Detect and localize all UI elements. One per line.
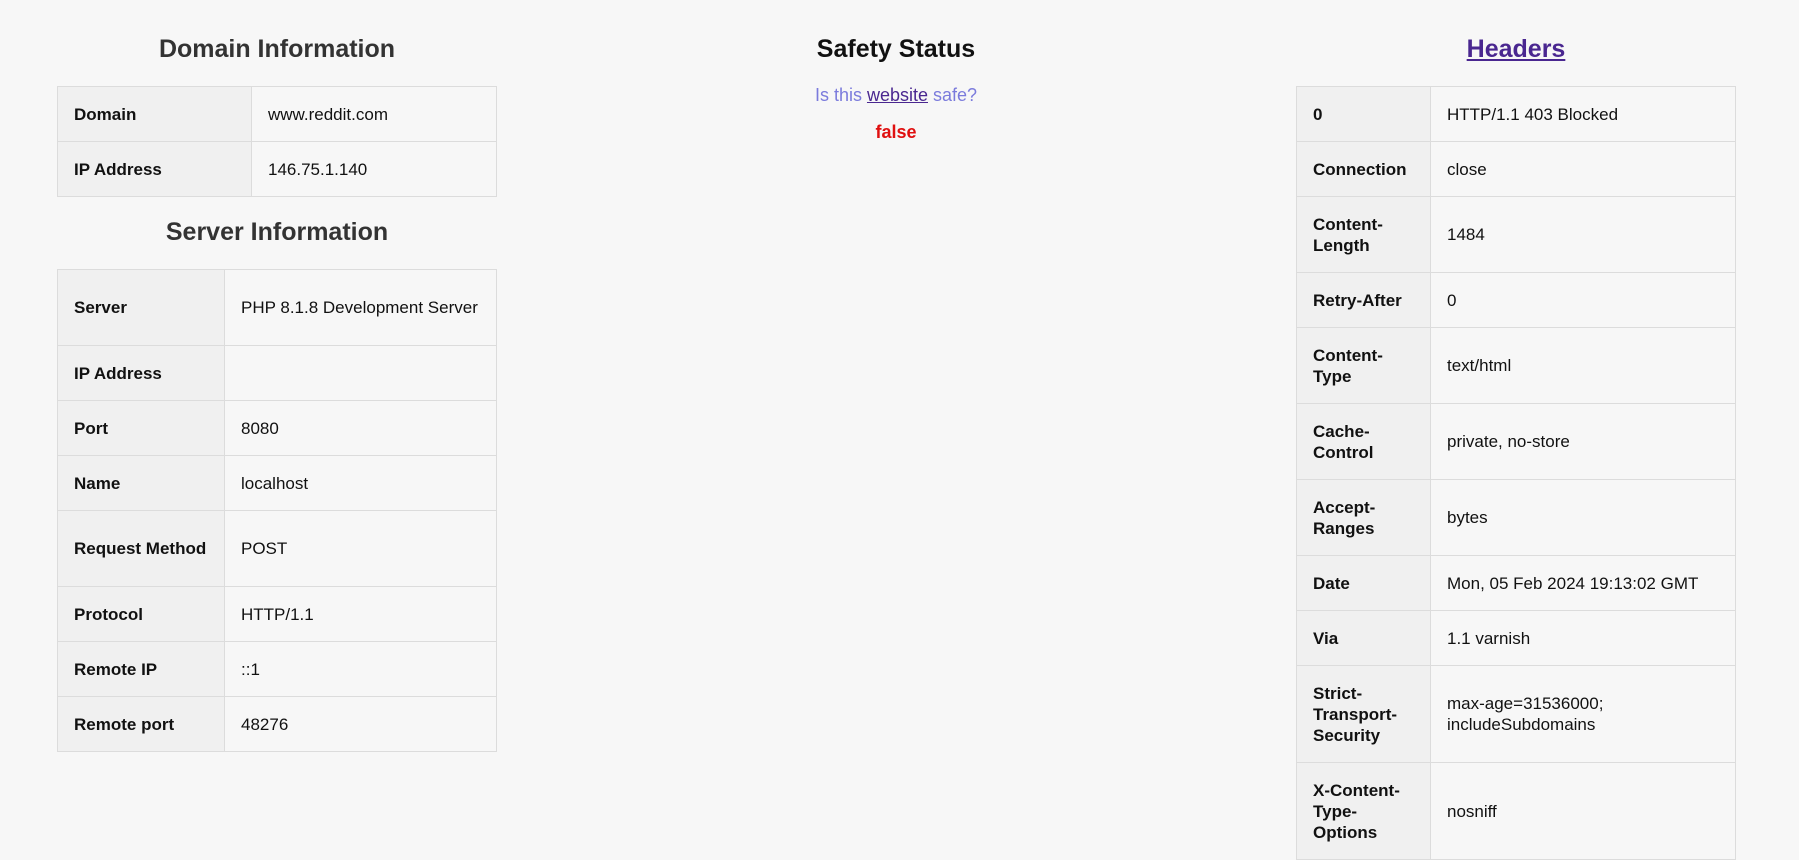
headers-table: 0 HTTP/1.1 403 Blocked Connection close … xyxy=(1296,86,1736,860)
date-key: Date xyxy=(1296,555,1431,611)
remote-port-key: Remote port xyxy=(57,696,225,752)
protocol-key: Protocol xyxy=(57,586,225,642)
header-status-key: 0 xyxy=(1296,86,1431,142)
headers-link[interactable]: Headers xyxy=(1467,35,1566,63)
date-value: Mon, 05 Feb 2024 19:13:02 GMT xyxy=(1430,555,1736,611)
retry-after-key: Retry-After xyxy=(1296,272,1431,328)
ip-address-key: IP Address xyxy=(57,141,252,197)
request-method-key: Request Method xyxy=(57,510,225,587)
domain-information-heading: Domain Information xyxy=(158,35,396,63)
table-row: Server PHP 8.1.8 Development Server xyxy=(57,269,497,346)
table-row: Accept-Ranges bytes xyxy=(1296,479,1736,556)
cache-control-key: Cache-Control xyxy=(1296,403,1431,480)
connection-value: close xyxy=(1430,141,1736,197)
protocol-value: HTTP/1.1 xyxy=(224,586,497,642)
table-row: Retry-After 0 xyxy=(1296,272,1736,328)
content-type-key: Content-Type xyxy=(1296,327,1431,404)
name-key: Name xyxy=(57,455,225,511)
domain-key: Domain xyxy=(57,86,252,142)
content-length-key: Content-Length xyxy=(1296,196,1431,273)
table-row: Remote port 48276 xyxy=(57,696,497,752)
table-row: Via 1.1 varnish xyxy=(1296,610,1736,666)
content-length-value: 1484 xyxy=(1430,196,1736,273)
table-row: Remote IP ::1 xyxy=(57,641,497,697)
retry-after-value: 0 xyxy=(1430,272,1736,328)
table-row: Content-Length 1484 xyxy=(1296,196,1736,273)
server-information-heading: Server Information xyxy=(165,218,389,246)
name-value: localhost xyxy=(224,455,497,511)
left-column: Domain Information Domain www.reddit.com… xyxy=(57,0,497,752)
table-row: Request Method POST xyxy=(57,510,497,587)
via-value: 1.1 varnish xyxy=(1430,610,1736,666)
headers-heading: Headers xyxy=(1296,34,1736,64)
table-row: IP Address xyxy=(57,345,497,401)
table-row: Domain www.reddit.com xyxy=(57,86,497,142)
port-key: Port xyxy=(57,400,225,456)
remote-ip-value: ::1 xyxy=(224,641,497,697)
request-method-value: POST xyxy=(224,510,497,587)
table-row: Port 8080 xyxy=(57,400,497,456)
content-type-value: text/html xyxy=(1430,327,1736,404)
server-value: PHP 8.1.8 Development Server xyxy=(224,269,497,346)
website-link[interactable]: website xyxy=(867,85,928,105)
remote-ip-key: Remote IP xyxy=(57,641,225,697)
server-information-table: Server PHP 8.1.8 Development Server IP A… xyxy=(57,269,497,752)
safety-question-prefix: Is this xyxy=(814,85,867,105)
domain-information-table: Domain www.reddit.com IP Address 146.75.… xyxy=(57,86,497,197)
table-row: Protocol HTTP/1.1 xyxy=(57,586,497,642)
table-row: Content-Type text/html xyxy=(1296,327,1736,404)
safety-status-heading: Safety Status xyxy=(816,35,976,63)
x-content-type-options-key: X-Content-Type-Options xyxy=(1296,762,1431,860)
safety-question-suffix: safe? xyxy=(928,85,978,105)
accept-ranges-value: bytes xyxy=(1430,479,1736,556)
server-key: Server xyxy=(57,269,225,346)
header-status-value: HTTP/1.1 403 Blocked xyxy=(1430,86,1736,142)
table-row: Strict-Transport-Security max-age=315360… xyxy=(1296,665,1736,763)
server-ip-key: IP Address xyxy=(57,345,225,401)
ip-address-value: 146.75.1.140 xyxy=(251,141,497,197)
table-row: Name localhost xyxy=(57,455,497,511)
table-row: Connection close xyxy=(1296,141,1736,197)
connection-key: Connection xyxy=(1296,141,1431,197)
port-value: 8080 xyxy=(224,400,497,456)
strict-transport-security-value: max-age=31536000; includeSubdomains xyxy=(1430,665,1736,763)
server-ip-value xyxy=(224,345,497,401)
domain-value: www.reddit.com xyxy=(251,86,497,142)
table-row: X-Content-Type-Options nosniff xyxy=(1296,762,1736,860)
right-column: Headers 0 HTTP/1.1 403 Blocked Connectio… xyxy=(1296,0,1736,860)
cache-control-value: private, no-store xyxy=(1430,403,1736,480)
via-key: Via xyxy=(1296,610,1431,666)
safety-status-value: false xyxy=(875,122,917,142)
x-content-type-options-value: nosniff xyxy=(1430,762,1736,860)
remote-port-value: 48276 xyxy=(224,696,497,752)
accept-ranges-key: Accept-Ranges xyxy=(1296,479,1431,556)
table-row: Date Mon, 05 Feb 2024 19:13:02 GMT xyxy=(1296,555,1736,611)
strict-transport-security-key: Strict-Transport-Security xyxy=(1296,665,1431,763)
middle-column: Safety Status Is this website safe? fals… xyxy=(600,0,1192,143)
table-row: Cache-Control private, no-store xyxy=(1296,403,1736,480)
table-row: 0 HTTP/1.1 403 Blocked xyxy=(1296,86,1736,142)
table-row: IP Address 146.75.1.140 xyxy=(57,141,497,197)
safety-question: Is this website safe? xyxy=(600,84,1192,106)
